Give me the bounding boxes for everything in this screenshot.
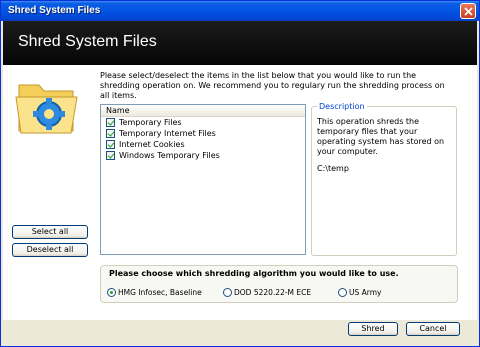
checkbox[interactable] (106, 118, 115, 127)
content-panel: Please select/deselect the items in the … (3, 65, 477, 319)
column-header-name[interactable]: Name (101, 105, 305, 117)
radio-label: HMG Infosec, Baseline (118, 288, 202, 297)
radio-option-hmg[interactable]: HMG Infosec, Baseline (107, 288, 202, 297)
list-item[interactable]: Internet Cookies (101, 139, 305, 150)
deselect-all-button[interactable]: Deselect all (12, 243, 88, 257)
list-item[interactable]: Temporary Internet Files (101, 128, 305, 139)
radio-button[interactable] (338, 288, 347, 297)
shred-dialog-window: Shred System Files Shred System Files Pl… (0, 0, 480, 347)
algorithm-prompt: Please choose which shredding algorithm … (109, 269, 399, 278)
radio-option-dod[interactable]: DOD 5220.22-M ECE (223, 288, 311, 297)
algorithm-group: Please choose which shredding algorithm … (100, 265, 458, 303)
radio-label: US Army (349, 288, 382, 297)
title-bar[interactable]: Shred System Files (1, 1, 479, 21)
list-item[interactable]: Temporary Files (101, 117, 305, 128)
checkbox[interactable] (106, 151, 115, 160)
close-button[interactable] (460, 3, 476, 19)
list-item-label: Temporary Files (119, 118, 182, 127)
description-group: Description This operation shreds the te… (311, 102, 457, 256)
radio-button[interactable] (223, 288, 232, 297)
items-listbox[interactable]: Name Temporary Files Temporary Internet … (100, 104, 306, 255)
radio-option-us-army[interactable]: US Army (338, 288, 381, 297)
checkbox[interactable] (106, 140, 115, 149)
window-title: Shred System Files (8, 5, 101, 16)
list-item[interactable]: Windows Temporary Files (101, 150, 305, 161)
list-item-label: Internet Cookies (119, 140, 185, 149)
checkbox[interactable] (106, 129, 115, 138)
folder-gear-icon (15, 84, 78, 134)
description-text: This operation shreds the temporary file… (317, 117, 445, 156)
list-item-label: Windows Temporary Files (119, 151, 220, 160)
dialog-header-banner: Shred System Files (3, 21, 477, 65)
list-item-label: Temporary Internet Files (119, 129, 216, 138)
description-path: C:\temp (317, 164, 349, 173)
radio-button[interactable] (107, 288, 116, 297)
close-icon (463, 6, 473, 16)
shred-button[interactable]: Shred (348, 322, 398, 336)
radio-label: DOD 5220.22-M ECE (234, 288, 312, 297)
description-legend: Description (317, 102, 367, 111)
select-all-button[interactable]: Select all (12, 225, 88, 239)
page-title: Shred System Files (18, 33, 157, 50)
cancel-button[interactable]: Cancel (406, 322, 460, 336)
button-bar: Shred Cancel (3, 319, 477, 346)
instruction-text: Please select/deselect the items in the … (100, 71, 445, 100)
